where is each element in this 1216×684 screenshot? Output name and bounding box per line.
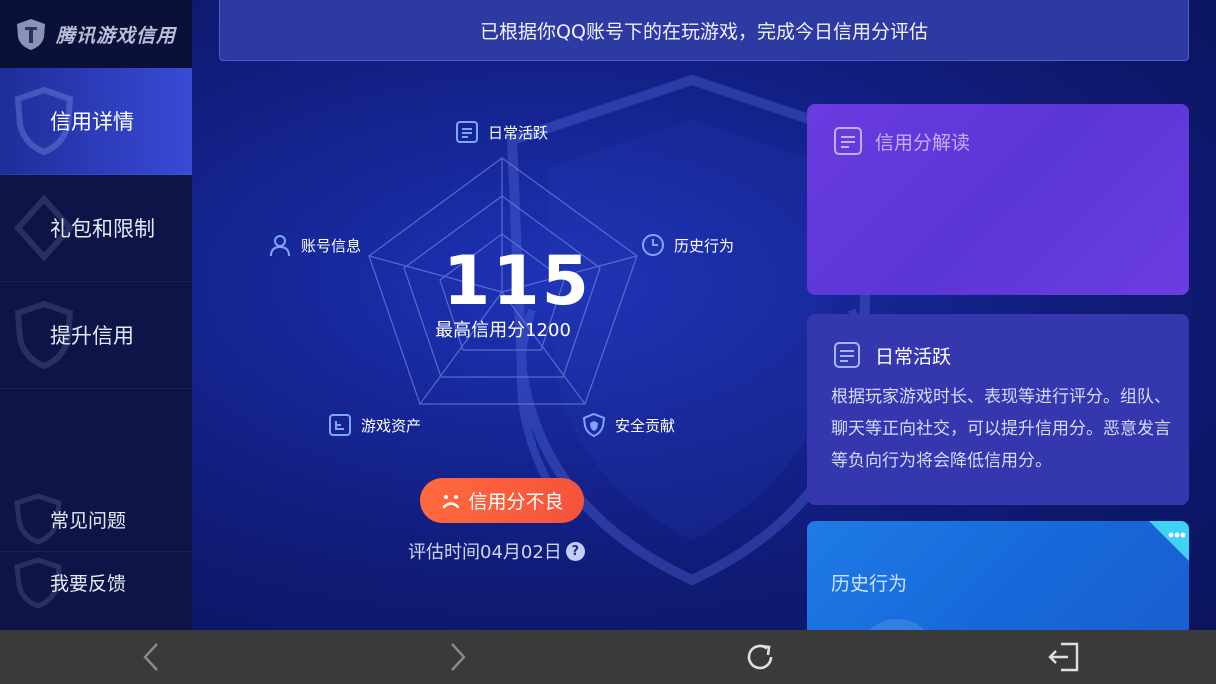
more-icon[interactable] — [1149, 521, 1189, 561]
radar-label-security: 安全贡献 — [581, 412, 675, 438]
radar-label-account: 账号信息 — [267, 232, 361, 258]
bottom-navigation-bar — [0, 630, 1216, 684]
card-title: 信用分解读 — [875, 131, 971, 154]
card-description: 根据玩家游戏时长、表现等进行评分。组队、聊天等正向社交，可以提升信用分。恶意发言… — [831, 387, 1171, 471]
radar-label-daily: 日常活跃 — [454, 119, 548, 145]
credit-interpret-card[interactable]: 信用分解读 — [807, 104, 1189, 295]
document-icon — [456, 121, 478, 143]
evaluation-time: 评估时间04月02日 ? — [408, 538, 585, 564]
card-header: 日常活跃 — [833, 341, 951, 369]
document-icon — [834, 127, 862, 155]
back-arrow-icon[interactable] — [135, 640, 169, 674]
exit-icon[interactable] — [1047, 640, 1081, 674]
user-icon — [270, 235, 290, 257]
radar-label-text: 游戏资产 — [361, 416, 422, 435]
evaluation-time-text: 评估时间04月02日 — [408, 542, 562, 563]
credit-score-value: 115 — [443, 242, 591, 321]
radar-label-text: 日常活跃 — [488, 123, 549, 142]
decorative-circle — [857, 619, 937, 630]
shield-icon — [582, 412, 606, 438]
max-score-label: 最高信用分1200 — [435, 320, 571, 341]
clock-icon — [642, 234, 664, 256]
sad-face-icon — [443, 494, 460, 508]
forward-arrow-icon[interactable] — [440, 640, 474, 674]
radar-label-history: 历史行为 — [640, 232, 734, 258]
card-title: 历史行为 — [831, 573, 908, 595]
asset-icon — [329, 414, 351, 436]
daily-activity-card[interactable]: 日常活跃 根据玩家游戏时长、表现等进行评分。组队、聊天等正向社交，可以提升信用分… — [807, 314, 1189, 505]
document-icon — [834, 342, 860, 368]
radar-label-assets: 游戏资产 — [327, 412, 421, 438]
history-behavior-card[interactable]: 历史行为 — [807, 521, 1189, 630]
card-header: 信用分解读 — [833, 126, 970, 156]
help-icon[interactable]: ? — [565, 541, 585, 561]
radar-label-text: 历史行为 — [674, 236, 735, 255]
card-title: 日常活跃 — [875, 345, 952, 368]
radar-label-text: 账号信息 — [301, 236, 362, 255]
radar-label-text: 安全贡献 — [615, 416, 676, 435]
credit-status-label: 信用分不良 — [468, 491, 564, 513]
credit-status-button[interactable]: 信用分不良 — [420, 478, 584, 523]
refresh-icon[interactable] — [743, 640, 777, 674]
